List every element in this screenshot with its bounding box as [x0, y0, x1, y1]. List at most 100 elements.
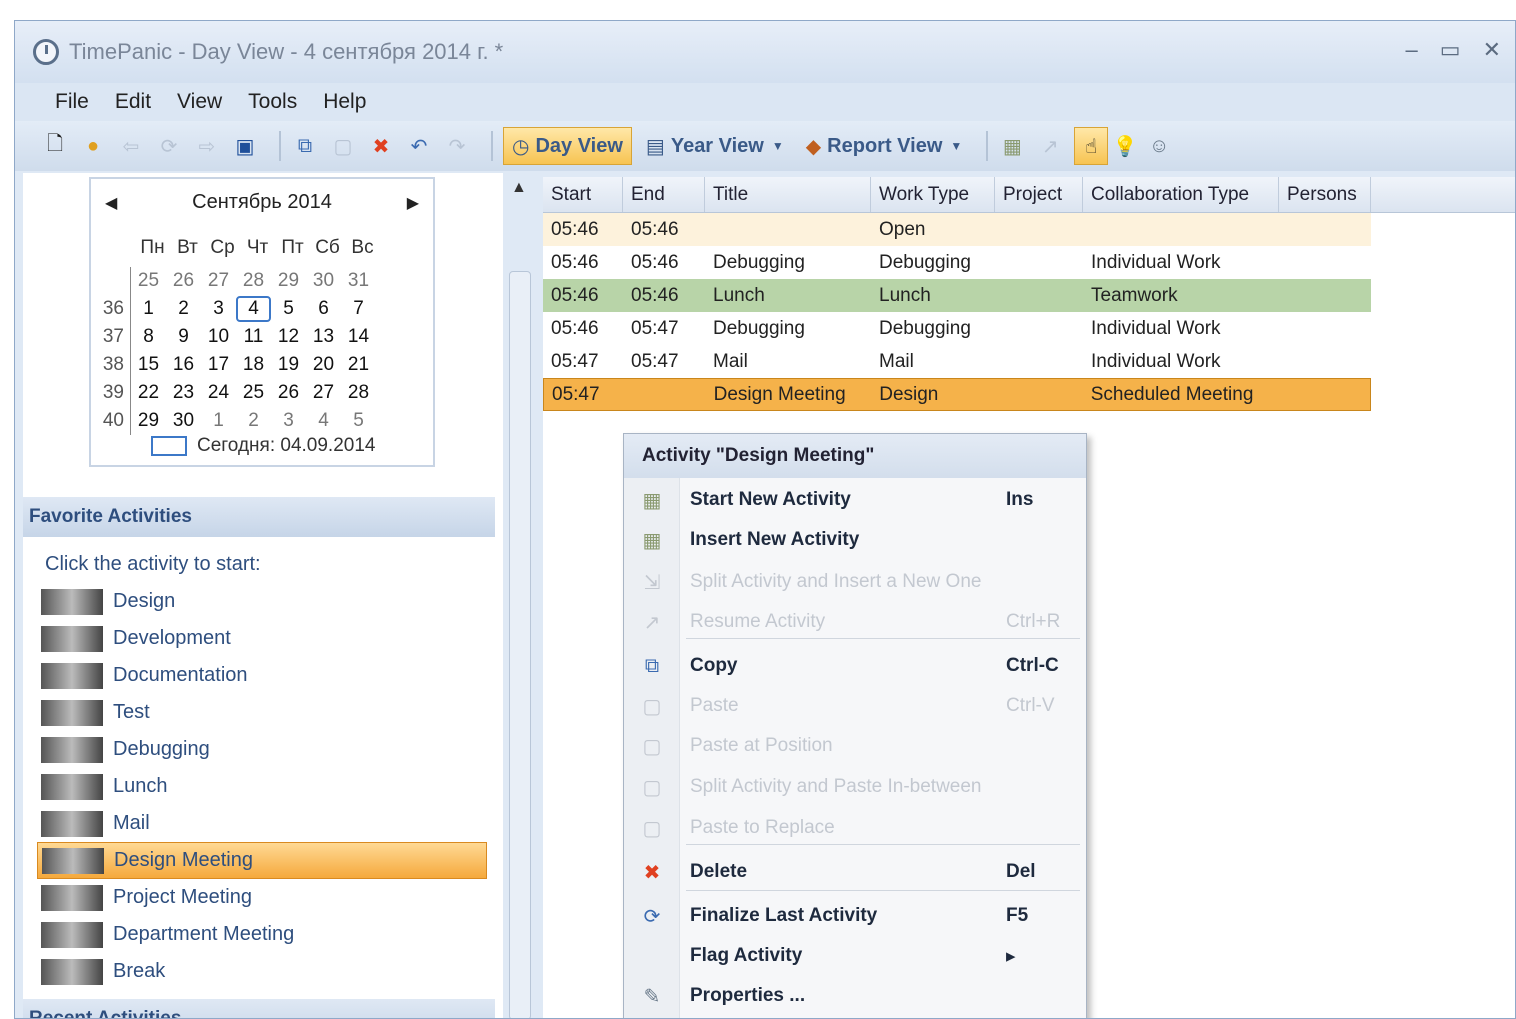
people-icon[interactable]: ☺	[1142, 127, 1176, 165]
context-menu-item[interactable]: Flag Activity ▸	[624, 936, 1086, 976]
favorite-activity-item[interactable]: Test	[37, 694, 487, 731]
table-row[interactable]: 05:46 05:46 Debugging Debugging Individual W…	[543, 246, 1371, 279]
favorite-activity-item[interactable]: Design Meeting	[37, 842, 487, 879]
favorites-header[interactable]: Favorite Activities	[23, 497, 495, 537]
context-menu-item[interactable]: ⧉ Copy Ctrl-C	[624, 646, 1086, 686]
calendar-day[interactable]: 30	[306, 270, 341, 292]
left-scrollbar[interactable]	[509, 271, 531, 1018]
context-menu-item[interactable]: ▦ Insert New Activity	[624, 520, 1086, 560]
copy-icon[interactable]: ⧉	[291, 132, 319, 160]
favorite-activity-item[interactable]: Documentation	[37, 657, 487, 694]
delete-icon[interactable]: ✖	[367, 132, 395, 160]
calendar-day[interactable]: 29	[131, 410, 166, 432]
calendar-day[interactable]: 23	[166, 382, 201, 404]
calendar-day[interactable]: 30	[166, 410, 201, 432]
calendar-day[interactable]: 18	[236, 354, 271, 376]
calendar-day[interactable]: 27	[306, 382, 341, 404]
menu-edit[interactable]: Edit	[115, 90, 151, 114]
minimize-button[interactable]: –	[1406, 37, 1418, 63]
maximize-button[interactable]: ▭	[1440, 37, 1461, 63]
menu-view[interactable]: View	[177, 90, 222, 114]
calendar-day[interactable]: 1	[131, 298, 166, 320]
calendar-day[interactable]: 8	[131, 326, 166, 348]
undo-icon[interactable]: ↶	[405, 132, 433, 160]
context-menu-item[interactable]: ✖ Delete Del	[624, 852, 1086, 892]
menu-help[interactable]: Help	[323, 90, 366, 114]
favorite-activity-item[interactable]: Lunch	[37, 768, 487, 805]
calendar-day[interactable]: 5	[271, 298, 306, 320]
pointer-toggle-icon[interactable]: ☝	[1074, 127, 1109, 165]
calendar-day[interactable]: 20	[306, 354, 341, 376]
table-row[interactable]: 05:47 05:47 Mail Mail Individual Work	[543, 345, 1371, 378]
calendar-day[interactable]: 4	[306, 410, 341, 432]
menu-file[interactable]: File	[55, 90, 89, 114]
calendar-day[interactable]: 22	[131, 382, 166, 404]
refresh-icon[interactable]: ⟳	[155, 132, 183, 160]
calendar-day[interactable]: 1	[201, 410, 236, 432]
column-persons[interactable]: Persons	[1279, 177, 1371, 212]
calendar-day[interactable]: 28	[236, 270, 271, 292]
column-end[interactable]: End	[623, 177, 705, 212]
calendar-day[interactable]: 10	[201, 326, 236, 348]
scroll-up-icon[interactable]: ▲	[511, 179, 527, 197]
calendar-day[interactable]: 2	[166, 298, 201, 320]
calendar-day[interactable]: 2	[236, 410, 271, 432]
calendar-day[interactable]: 27	[201, 270, 236, 292]
calendar-day[interactable]: 12	[271, 326, 306, 348]
column-collaboration-type[interactable]: Collaboration Type	[1083, 177, 1279, 212]
context-menu-item[interactable]: ⟳ Finalize Last Activity F5	[624, 896, 1086, 936]
start-activity-icon[interactable]: ▦	[998, 132, 1026, 160]
column-work-type[interactable]: Work Type	[871, 177, 995, 212]
calendar-day[interactable]: 9	[166, 326, 201, 348]
year-view-button[interactable]: ▤ Year View ▼	[638, 127, 792, 165]
context-menu-item[interactable]: ✎ Properties ...	[624, 976, 1086, 1016]
new-document-icon[interactable]: 🗋	[41, 132, 69, 160]
favorite-activity-item[interactable]: Development	[37, 620, 487, 657]
calendar-day[interactable]: 3	[201, 298, 236, 320]
favorite-activity-item[interactable]: Project Meeting	[37, 879, 487, 916]
table-row[interactable]: 05:46 05:46 Lunch Lunch Teamwork	[543, 279, 1371, 312]
calendar-day[interactable]: 26	[166, 270, 201, 292]
calendar-day[interactable]: 17	[201, 354, 236, 376]
dropdown-arrow-icon[interactable]: ▼	[772, 139, 784, 153]
table-row[interactable]: 05:47 Design Meeting Design Scheduled Meeti…	[543, 378, 1371, 411]
favorite-activity-item[interactable]: Debugging	[37, 731, 487, 768]
calendar-day[interactable]: 29	[271, 270, 306, 292]
context-menu-item[interactable]: ▦ Start New Activity Ins	[624, 480, 1086, 520]
bulb-icon[interactable]: 💡	[1108, 127, 1142, 165]
favorite-activity-item[interactable]: Department Meeting	[37, 916, 487, 953]
calendar-day[interactable]: 11	[236, 326, 271, 348]
calendar-day[interactable]: 25	[131, 270, 166, 292]
calendar-day[interactable]: 31	[341, 270, 376, 292]
today-button[interactable]: Сегодня: 04.09.2014	[151, 435, 375, 457]
calendar-day[interactable]: 28	[341, 382, 376, 404]
calendar-day[interactable]: 7	[341, 298, 376, 320]
calendar-day-selected[interactable]: 4	[236, 296, 271, 322]
open-folder-icon[interactable]: ●	[79, 132, 107, 160]
calendar-day[interactable]: 13	[306, 326, 341, 348]
calendar-day[interactable]: 24	[201, 382, 236, 404]
report-view-button[interactable]: ◆ Report View ▼	[798, 127, 971, 165]
calendar-day[interactable]: 26	[271, 382, 306, 404]
resume-icon[interactable]: ↗	[1036, 132, 1064, 160]
save-icon[interactable]: ▣	[231, 132, 259, 160]
recent-header[interactable]: Recent Activities	[23, 999, 495, 1018]
favorite-activity-item[interactable]: Mail	[37, 805, 487, 842]
calendar-day[interactable]: 21	[341, 354, 376, 376]
calendar-day[interactable]: 25	[236, 382, 271, 404]
calendar-day[interactable]: 5	[341, 410, 376, 432]
column-title[interactable]: Title	[705, 177, 871, 212]
column-start[interactable]: Start	[543, 177, 623, 212]
redo-icon[interactable]: ↷	[443, 132, 471, 160]
dropdown-arrow-icon[interactable]: ▼	[950, 139, 962, 153]
next-month-icon[interactable]: ▶	[407, 193, 419, 213]
table-row[interactable]: 05:46 05:47 Debugging Debugging Individual W…	[543, 312, 1371, 345]
favorite-activity-item[interactable]: Design	[37, 583, 487, 620]
calendar-day[interactable]: 19	[271, 354, 306, 376]
day-view-button[interactable]: ◷ Day View	[503, 127, 632, 165]
favorite-activity-item[interactable]: Break	[37, 953, 487, 990]
menu-tools[interactable]: Tools	[248, 90, 297, 114]
close-button[interactable]: ✕	[1483, 37, 1501, 63]
calendar-day[interactable]: 15	[131, 354, 166, 376]
calendar-day[interactable]: 16	[166, 354, 201, 376]
